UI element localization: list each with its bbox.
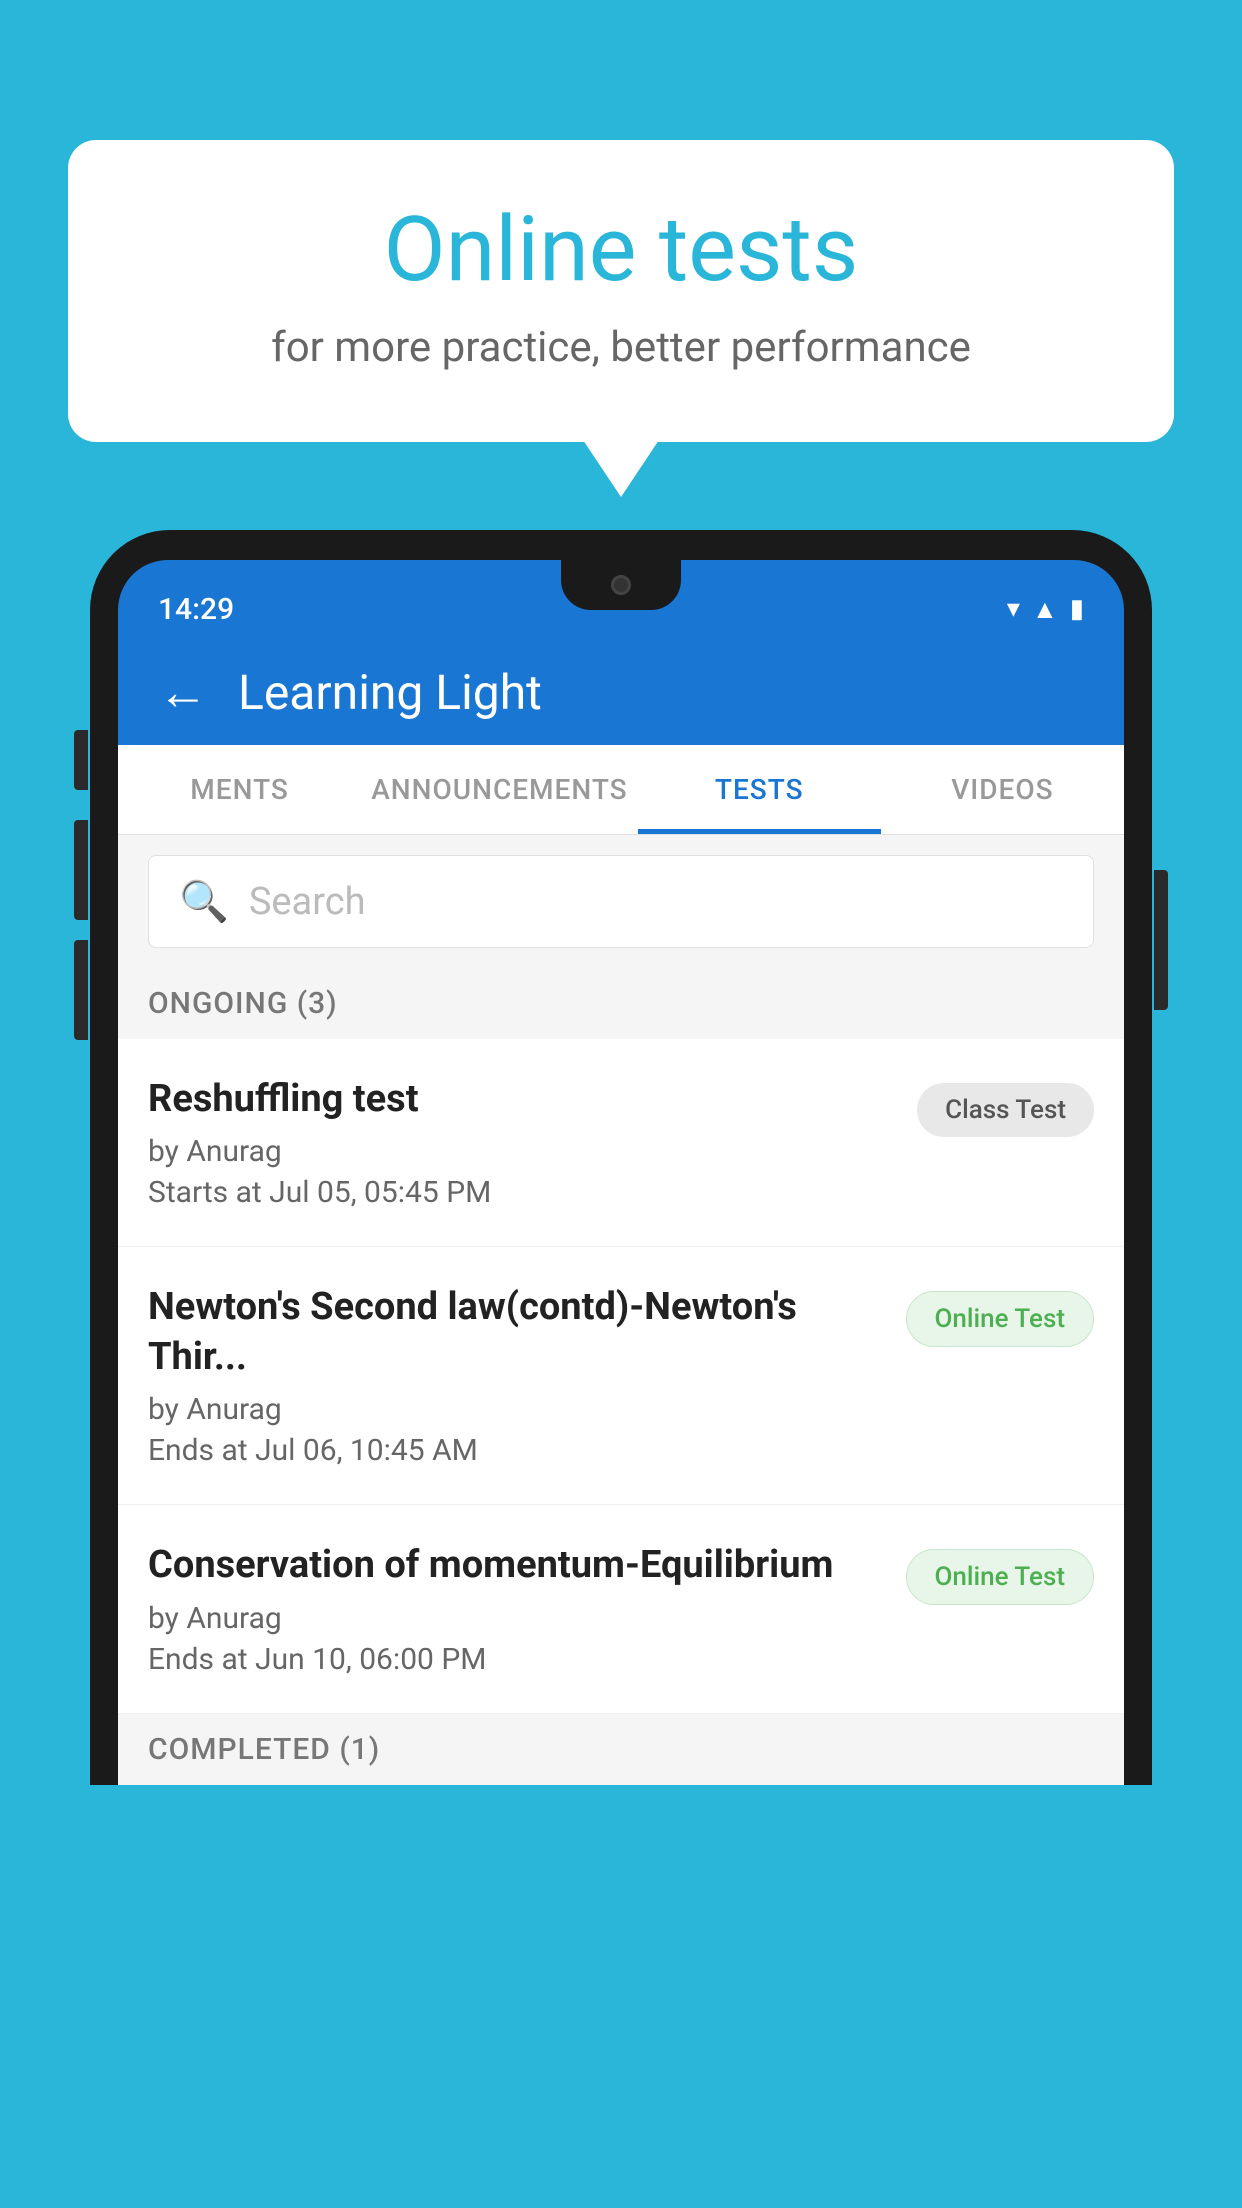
- test-info: Conservation of momentum-Equilibrium by …: [148, 1541, 886, 1676]
- test-info: Newton's Second law(contd)-Newton's Thir…: [148, 1283, 886, 1468]
- test-date: Ends at Jun 10, 06:00 PM: [148, 1642, 886, 1677]
- search-placeholder: Search: [249, 880, 366, 924]
- test-date: Starts at Jul 05, 05:45 PM: [148, 1175, 897, 1210]
- class-test-badge: Class Test: [917, 1083, 1094, 1137]
- online-test-badge: Online Test: [906, 1291, 1095, 1347]
- phone-notch: [561, 560, 681, 610]
- test-info: Reshuffling test by Anurag Starts at Jul…: [148, 1075, 897, 1210]
- phone-power-btn: [1154, 870, 1168, 1010]
- search-bar[interactable]: 🔍 Search: [148, 855, 1094, 948]
- speech-bubble: Online tests for more practice, better p…: [68, 140, 1174, 442]
- bubble-title: Online tests: [148, 200, 1094, 299]
- tab-videos[interactable]: VIDEOS: [881, 745, 1124, 834]
- test-author: by Anurag: [148, 1392, 886, 1427]
- phone-vol-up-btn: [74, 820, 88, 920]
- battery-icon: ▮: [1070, 594, 1084, 624]
- test-date: Ends at Jul 06, 10:45 AM: [148, 1433, 886, 1468]
- wifi-icon: ▾: [1007, 594, 1020, 624]
- background: Online tests for more practice, better p…: [0, 0, 1242, 2208]
- test-name: Reshuffling test: [148, 1075, 897, 1124]
- front-camera: [611, 575, 631, 595]
- search-container: 🔍 Search: [118, 835, 1124, 968]
- tab-tests[interactable]: TESTS: [638, 745, 881, 834]
- test-author: by Anurag: [148, 1601, 886, 1636]
- phone-vol-down-btn: [74, 940, 88, 1040]
- tab-ments[interactable]: MENTS: [118, 745, 361, 834]
- test-item[interactable]: Reshuffling test by Anurag Starts at Jul…: [118, 1039, 1124, 1247]
- test-list: Reshuffling test by Anurag Starts at Jul…: [118, 1039, 1124, 1714]
- phone-frame: 14:29 ▾ ▲ ▮ ← Learning Light MENTS: [90, 530, 1152, 1785]
- tabs-container: MENTS ANNOUNCEMENTS TESTS VIDEOS: [118, 745, 1124, 835]
- phone-container: 14:29 ▾ ▲ ▮ ← Learning Light MENTS: [90, 530, 1152, 2208]
- app-title: Learning Light: [238, 664, 542, 721]
- search-icon: 🔍: [179, 878, 229, 925]
- test-name: Conservation of momentum-Equilibrium: [148, 1541, 886, 1590]
- status-time: 14:29: [158, 592, 234, 627]
- test-author: by Anurag: [148, 1134, 897, 1169]
- online-test-badge-2: Online Test: [906, 1549, 1095, 1605]
- app-header: ← Learning Light: [118, 640, 1124, 745]
- test-item[interactable]: Conservation of momentum-Equilibrium by …: [118, 1505, 1124, 1713]
- back-button[interactable]: ←: [158, 668, 208, 718]
- test-name: Newton's Second law(contd)-Newton's Thir…: [148, 1283, 886, 1382]
- bubble-subtitle: for more practice, better performance: [148, 323, 1094, 372]
- status-icons: ▾ ▲ ▮: [1007, 594, 1084, 625]
- signal-icon: ▲: [1032, 594, 1058, 625]
- completed-section-header: COMPLETED (1): [118, 1714, 1124, 1785]
- phone-screen: ← Learning Light MENTS ANNOUNCEMENTS TES…: [118, 640, 1124, 1785]
- tab-announcements[interactable]: ANNOUNCEMENTS: [361, 745, 637, 834]
- test-item[interactable]: Newton's Second law(contd)-Newton's Thir…: [118, 1247, 1124, 1505]
- ongoing-section-header: ONGOING (3): [118, 968, 1124, 1039]
- phone-side-btn: [74, 730, 88, 790]
